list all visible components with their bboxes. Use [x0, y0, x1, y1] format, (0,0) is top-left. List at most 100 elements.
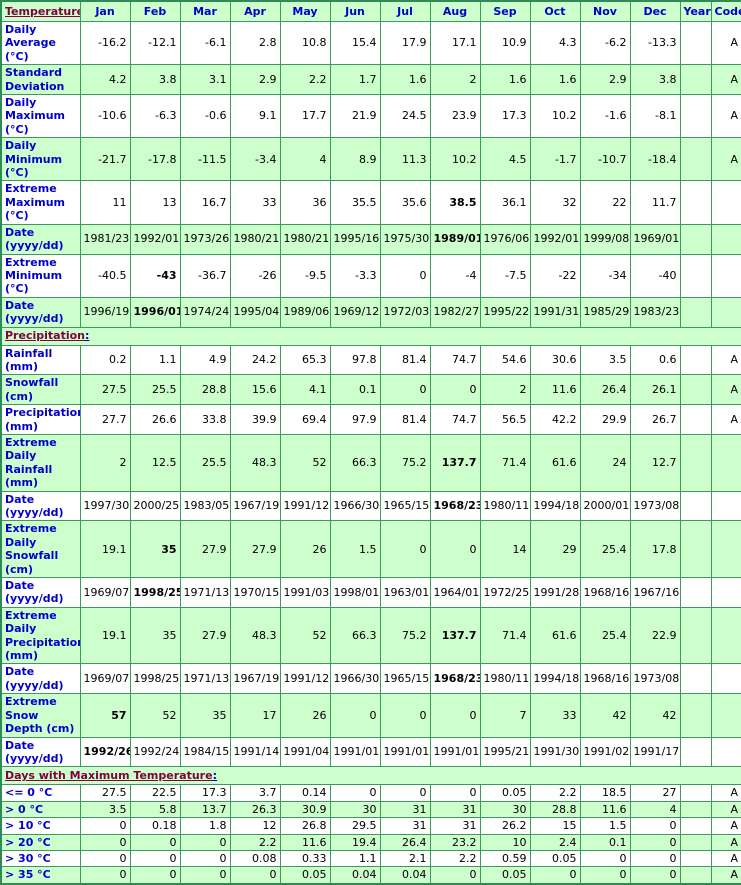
row-label: Extreme Minimum (°C)	[0, 253, 81, 298]
row-label: Daily Average (°C)	[0, 20, 81, 66]
cell-apr: 17	[229, 693, 281, 738]
cell-code	[710, 490, 741, 522]
cell-aug: 1968/23	[429, 490, 481, 522]
cell-apr: -3.4	[229, 137, 281, 182]
cell-year	[679, 20, 712, 66]
cell-nov: -10.7	[579, 137, 631, 182]
cell-jan: 0	[79, 817, 131, 835]
cell-dec: 42	[629, 693, 681, 738]
cell-jun: 35.5	[329, 180, 381, 225]
cell-jan: 19.1	[79, 606, 131, 665]
cell-nov: 3.5	[579, 344, 631, 376]
row-label: > 20 °C	[0, 833, 81, 851]
cell-nov: -1.6	[579, 94, 631, 139]
cell-sep: 1.6	[479, 64, 531, 96]
cell-feb: 22.5	[129, 784, 181, 802]
cell-year	[679, 800, 712, 819]
cell-may: 17.7	[279, 94, 331, 139]
cell-aug: 137.7	[429, 433, 481, 492]
column-header-sep: Sep	[479, 0, 531, 22]
cell-oct: 1991/28	[529, 577, 581, 608]
cell-sep: 17.3	[479, 94, 531, 139]
cell-nov: 22	[579, 180, 631, 225]
cell-feb: 1998/25	[129, 577, 181, 608]
cell-apr: 48.3	[229, 433, 281, 492]
cell-may: 1991/12	[279, 490, 331, 522]
cell-jun: 66.3	[329, 433, 381, 492]
section-colon: :	[84, 329, 90, 343]
cell-sep: 10.9	[479, 20, 531, 66]
cell-jul: 11.3	[379, 137, 431, 182]
cell-jan: 0	[79, 833, 131, 851]
cell-may: -9.5	[279, 253, 331, 298]
cell-jul: 0	[379, 253, 431, 298]
cell-feb: 35	[129, 520, 181, 579]
cell-jul: 0	[379, 784, 431, 802]
row-label: Date (yyyy/dd)	[0, 577, 81, 608]
cell-year	[679, 849, 712, 868]
table-row: Extreme Minimum (°C) -40.5 -43 -36.7 -26 -9.5…	[0, 253, 741, 298]
cell-year	[679, 833, 712, 851]
cell-nov: -6.2	[579, 20, 631, 66]
cell-aug: 1989/01	[429, 223, 481, 255]
section-header-label: Days with Maximum Temperature:	[0, 766, 741, 786]
cell-sep: 36.1	[479, 180, 531, 225]
cell-apr: 0.08	[229, 849, 281, 868]
cell-sep: 1995/22	[479, 296, 531, 328]
cell-jun: 15.4	[329, 20, 381, 66]
cell-mar: 0	[179, 866, 231, 885]
cell-code	[710, 606, 741, 665]
cell-code: A	[710, 344, 741, 376]
cell-feb: -43	[129, 253, 181, 298]
section-header-label: Precipitation:	[0, 326, 741, 346]
cell-code	[710, 663, 741, 695]
cell-feb: 52	[129, 693, 181, 738]
cell-apr: 39.9	[229, 404, 281, 435]
cell-sep: 14	[479, 520, 531, 579]
cell-nov: 26.4	[579, 374, 631, 406]
cell-may: 0.33	[279, 849, 331, 868]
cell-year	[679, 866, 712, 885]
cell-sep: 1995/21	[479, 736, 531, 768]
cell-nov: 0.1	[579, 833, 631, 851]
table-row: Daily Average (°C) -16.2 -12.1 -6.1 2.8 10.8 1…	[0, 20, 741, 66]
cell-oct: 33	[529, 693, 581, 738]
cell-sep: 1980/11	[479, 490, 531, 522]
cell-year	[679, 64, 712, 96]
cell-feb: 5.8	[129, 800, 181, 819]
cell-jun: 1.7	[329, 64, 381, 96]
row-label: Precipitation (mm)	[0, 404, 81, 435]
cell-nov: 18.5	[579, 784, 631, 802]
cell-sep: 71.4	[479, 606, 531, 665]
cell-year	[679, 736, 712, 768]
cell-feb: 1998/25	[129, 663, 181, 695]
cell-nov: 0	[579, 849, 631, 868]
cell-jun: 1966/30	[329, 490, 381, 522]
cell-jun: 8.9	[329, 137, 381, 182]
cell-jun: 1966/30	[329, 663, 381, 695]
cell-feb: -17.8	[129, 137, 181, 182]
cell-apr: 24.2	[229, 344, 281, 376]
table-row: Daily Minimum (°C) -21.7 -17.8 -11.5 -3.4 4 8.…	[0, 137, 741, 182]
cell-code	[710, 223, 741, 255]
cell-mar: 35	[179, 693, 231, 738]
cell-nov: 24	[579, 433, 631, 492]
cell-nov: 11.6	[579, 800, 631, 819]
cell-may: 69.4	[279, 404, 331, 435]
cell-aug: 31	[429, 817, 481, 835]
cell-oct: 1994/18	[529, 490, 581, 522]
cell-nov: 1991/02	[579, 736, 631, 768]
cell-year	[679, 433, 712, 492]
cell-apr: 1991/14	[229, 736, 281, 768]
cell-jan: 11	[79, 180, 131, 225]
cell-code	[710, 253, 741, 298]
cell-dec: -13.3	[629, 20, 681, 66]
cell-jan: 2	[79, 433, 131, 492]
cell-oct: 1994/18	[529, 663, 581, 695]
cell-jan: 1969/07	[79, 663, 131, 695]
cell-feb: 3.8	[129, 64, 181, 96]
cell-nov: 0	[579, 866, 631, 885]
row-label: Extreme Daily Precipitation (mm)	[0, 606, 81, 665]
section-header-precipitation: Precipitation:	[0, 326, 741, 346]
cell-aug: 137.7	[429, 606, 481, 665]
